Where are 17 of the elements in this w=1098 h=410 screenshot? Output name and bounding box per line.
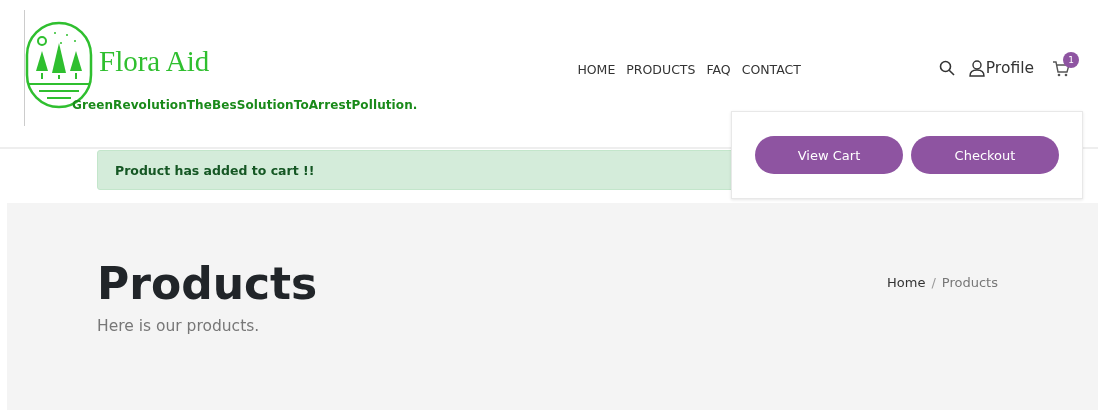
nav-link[interactable]: PRODUCTS bbox=[626, 62, 696, 77]
nav-link[interactable]: FAQ bbox=[706, 62, 731, 77]
search-icon[interactable] bbox=[938, 60, 955, 76]
brand-tagline: GreenRevolutionTheBesSolutionToArrestPollution. bbox=[72, 98, 418, 112]
breadcrumb-link[interactable]: Home bbox=[887, 275, 926, 293]
nav-link[interactable]: CONTACT bbox=[741, 62, 801, 77]
breadcrumb-link[interactable]: Products bbox=[941, 275, 998, 293]
breadcrumb-separator: / bbox=[931, 275, 936, 292]
cart-count-badge: 1 bbox=[1063, 51, 1079, 68]
cart-icon[interactable] bbox=[1052, 59, 1070, 77]
cart-action-button[interactable]: View Cart bbox=[755, 136, 903, 174]
cart-action-button[interactable]: Checkout bbox=[911, 136, 1059, 174]
profile-link[interactable]: Profile bbox=[968, 59, 1034, 77]
nav-link[interactable]: HOME bbox=[577, 62, 616, 77]
user-icon bbox=[968, 59, 985, 77]
page-title: Products bbox=[97, 258, 318, 311]
page-subtitle: Here is our products. bbox=[97, 316, 261, 335]
